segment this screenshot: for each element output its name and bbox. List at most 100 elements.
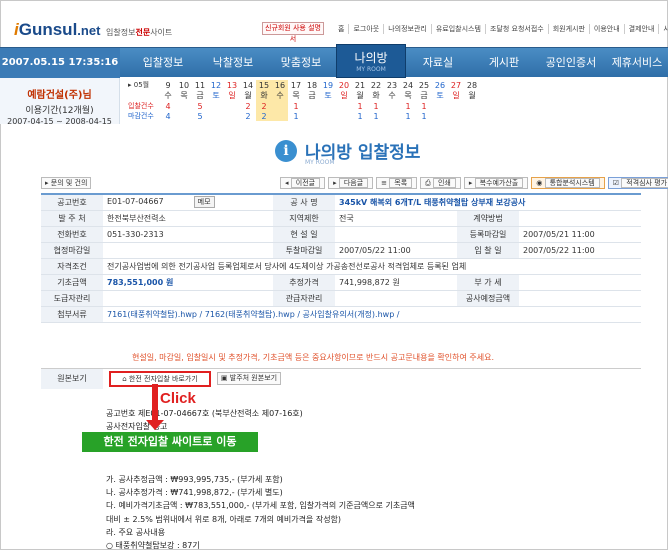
top-link-paid-system[interactable]: 유료입찰시스템 [430,23,485,34]
next-post-button[interactable]: ▸ 다음글 [328,177,374,189]
bid-deadline: 2007/05/22 11:00 [335,242,457,259]
calendar-day: 18 [306,80,318,90]
calendar-day: 12 [210,80,222,90]
calendar-bid-counts: 입찰건수 4 5 2 2 1 1 1 1 1 [128,101,480,111]
top-link-payment[interactable]: 결제안내 [623,23,659,34]
site-logo[interactable]: iGunsul.net [14,20,100,40]
top-link-home[interactable]: 홈 [334,24,348,34]
calendar-weekday: 목 [404,91,412,100]
calendar-day: 10 [178,80,190,90]
nav-custom-info[interactable]: 맞춤정보 [268,48,334,78]
calendar-weekday: 월 [468,91,476,100]
close-count [448,111,464,121]
attachments-links[interactable]: 7161(태풍취약철탑).hwp / 7162(태풍취약철탑).hwp / 공사… [103,306,641,323]
close-count [336,111,352,121]
current-datetime: 2007.05.15 17:35:16 [0,48,120,78]
prev-post-button[interactable]: ◂ 이전글 [280,177,326,189]
bid-count [432,101,448,111]
close-count [272,111,288,121]
table-row: 전화번호 051-330-2313 현 설 일 등록마감일 2007/05/21… [41,226,641,243]
nav-partner[interactable]: 제휴서비스 [606,48,668,78]
table-row: 기초금액 783,551,000 원 추정가격 741,998,872 원 부 … [41,274,641,291]
nav-board[interactable]: 게시판 [472,48,536,78]
bid-count: 1 [405,101,411,111]
label-project-name: 공 사 명 [273,194,335,211]
arrow-shaft [152,384,158,424]
notice-no: E01-07-04667 [107,197,164,207]
client-name: 한전북부산전력소 [103,210,273,227]
calendar-days: ▸ 05월 9 10 11 12 13 14 15 16 17 18 19 20 21 22 23 24 25 26… [128,80,480,90]
calendar-weekday: 수 [272,90,288,101]
calendar-weekday: 토 [324,91,332,100]
calendar-day: 19 [322,80,334,90]
nav-myroom[interactable]: 나의방 MY ROOM [336,44,406,78]
toolbar: ◂ 이전글 ▸ 다음글 ≡ 목록 ⎙ 인쇄 ▸ 복수예가산출 ◉ 통합분석시스템… [280,177,668,189]
analysis-system-button[interactable]: ◉ 통합분석시스템 [531,177,605,189]
close-count: 4 [165,111,171,121]
nav-award-info[interactable]: 낙찰정보 [200,48,266,78]
kepco-ebid-button[interactable]: ⌂ 한전 전자입찰 바로가기 [109,371,211,387]
calendar-row-label: 입찰건수 [128,102,154,110]
close-count [208,111,224,121]
label-notice-no: 공고번호 [41,194,103,211]
bid-count: 1 [373,101,379,111]
nav-bid-info[interactable]: 입찰정보 [128,48,198,78]
info-icon: i [275,140,297,162]
calendar-weekday: 일 [452,91,460,100]
calendar-day: 22 [370,80,382,90]
bid-count: 2 [245,101,251,111]
top-link-request[interactable]: 조달청 요청서접수 [484,23,548,34]
new-member-guide-button[interactable]: 신규회원 사용 설명서 [262,22,324,43]
table-row: 자격조건 전기공사업법에 의한 전기공사업 등록업체로서 당사에 4도체이상 가… [41,258,641,275]
calendar-day: 15 [256,80,272,90]
calendar-day: 13 [226,80,238,90]
bid-count: 1 [357,101,363,111]
bid-count [384,101,400,111]
logo-tagline: 입찰정보전문사이트 [106,28,173,37]
top-link-sitemap[interactable]: 사이트맵 [658,23,668,34]
table-row: 협정마감일 투찰마감일 2007/05/22 11:00 입 찰 일 2007/… [41,242,641,259]
qualification-eval-button[interactable]: ☑ 적격심사 평가 [607,177,668,189]
close-count: 1 [293,111,299,121]
calendar-weekdays: 수목금토일월화수목금토일월화수목금토일월 [128,90,480,101]
user-name: 예람건설(주)님 [27,90,92,101]
calendar-weekday: 월 [356,91,364,100]
calendar-weekday: 수 [164,91,172,100]
top-link-board[interactable]: 회원게시판 [547,23,589,34]
go-to-ebid-banner[interactable]: 한전 전자입찰 싸이트로 이동 [82,432,258,452]
table-row: 도급자관리 관급자관리 공사예정금액 [41,290,641,307]
multi-price-button[interactable]: ▸ 복수예가산출 [463,177,529,189]
project-name: 345kV 해복외 6개T/L 태풍취약철탑 상부재 보강공사 [335,194,641,211]
calendar-weekday: 목 [292,91,300,100]
close-count: 5 [197,111,203,121]
top-link-guide[interactable]: 이용안내 [588,23,624,34]
bid-count [272,101,288,111]
list-button[interactable]: ≡ 목록 [376,177,418,189]
calendar-weekday: 금 [196,91,204,100]
close-count: 1 [405,111,411,121]
nav-certificate[interactable]: 공인인증서 [538,48,604,78]
bid-count: 5 [197,101,203,111]
top-link-logout[interactable]: 로그아웃 [348,23,383,34]
memo-button[interactable]: 메모 [193,196,215,209]
inquiry-button[interactable]: ▸ 문의 및 건의 [41,177,92,189]
client-original-button[interactable]: ▣ 발주처 원본보기 [217,372,281,385]
print-button[interactable]: ⎙ 인쇄 [420,177,461,189]
calendar-day: 27 [450,80,462,90]
calendar-weekday: 금 [420,91,428,100]
source-label: 원본보기 [41,369,103,389]
calendar-day: 11 [194,80,206,90]
top-link-myinfo[interactable]: 나의정보관리 [383,23,431,34]
close-count: 2 [245,111,251,121]
close-count [224,111,240,121]
bid-count [320,101,336,111]
close-count [304,111,320,121]
calendar-weekday: 토 [212,91,220,100]
bid-date: 2007/05/22 11:00 [519,242,641,259]
calendar-weekday: 토 [436,91,444,100]
calendar-weekday: 화 [372,91,380,100]
warning-text: 현설일, 마감일, 입찰일시 및 추정가격, 기초금액 등은 중요사항이므로 반… [132,353,494,362]
bid-count: 1 [293,101,299,111]
nav-archive[interactable]: 자료실 [408,48,468,78]
table-row: 발 주 처 한전북부산전력소 지역제한 전국 계약방법 [41,210,641,227]
